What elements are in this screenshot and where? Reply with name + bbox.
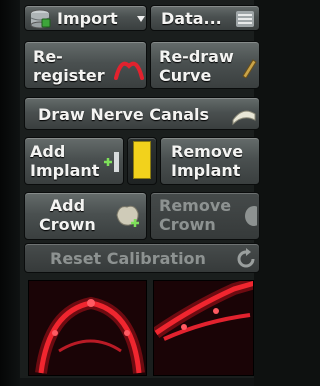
- import-label: Import: [57, 9, 118, 28]
- arch-thumbnail[interactable]: [153, 280, 254, 376]
- grid-icon: [236, 11, 254, 27]
- chevron-down-icon: [137, 16, 145, 22]
- crown-remove-icon: [245, 206, 257, 226]
- panoramic-thumbnail[interactable]: [28, 280, 147, 376]
- data-label: Data...: [161, 9, 222, 28]
- remove-implant-button[interactable]: Remove Implant: [160, 137, 260, 185]
- implant-color-swatch[interactable]: [127, 137, 157, 185]
- reset-calibration-button[interactable]: Reset Calibration: [24, 243, 260, 273]
- draw-nerve-canals-button[interactable]: Draw Nerve Canals: [24, 97, 260, 130]
- reset-calibration-label: Reset Calibration: [50, 249, 206, 268]
- bottom-edge: [20, 378, 254, 386]
- reregister-label: Re- register: [33, 47, 105, 85]
- register-icon: [114, 61, 144, 80]
- redraw-curve-label: Re-draw Curve: [159, 47, 234, 85]
- implant-add-icon: [104, 152, 119, 172]
- reset-icon: [237, 248, 255, 268]
- import-button[interactable]: Import: [24, 5, 147, 31]
- pencil-icon: [242, 59, 257, 78]
- tooth-arch-icon: [232, 110, 256, 126]
- yellow-swatch: [133, 141, 151, 179]
- remove-crown-label: Remove Crown: [159, 196, 232, 234]
- database-icon: [30, 9, 51, 29]
- window-edge: [0, 0, 20, 386]
- remove-crown-button[interactable]: Remove Crown: [150, 192, 260, 240]
- draw-nerve-canals-label: Draw Nerve Canals: [38, 105, 210, 124]
- add-implant-button[interactable]: Add Implant: [24, 137, 124, 185]
- data-button[interactable]: Data...: [150, 5, 260, 31]
- redraw-curve-button[interactable]: Re-draw Curve: [150, 41, 260, 89]
- crown-add-icon: [116, 205, 139, 227]
- add-crown-label: Add Crown: [39, 196, 96, 234]
- remove-implant-label: Remove Implant: [171, 142, 244, 180]
- reregister-button[interactable]: Re- register: [24, 41, 147, 89]
- add-crown-button[interactable]: Add Crown: [24, 192, 147, 240]
- add-implant-label: Add Implant: [30, 142, 100, 180]
